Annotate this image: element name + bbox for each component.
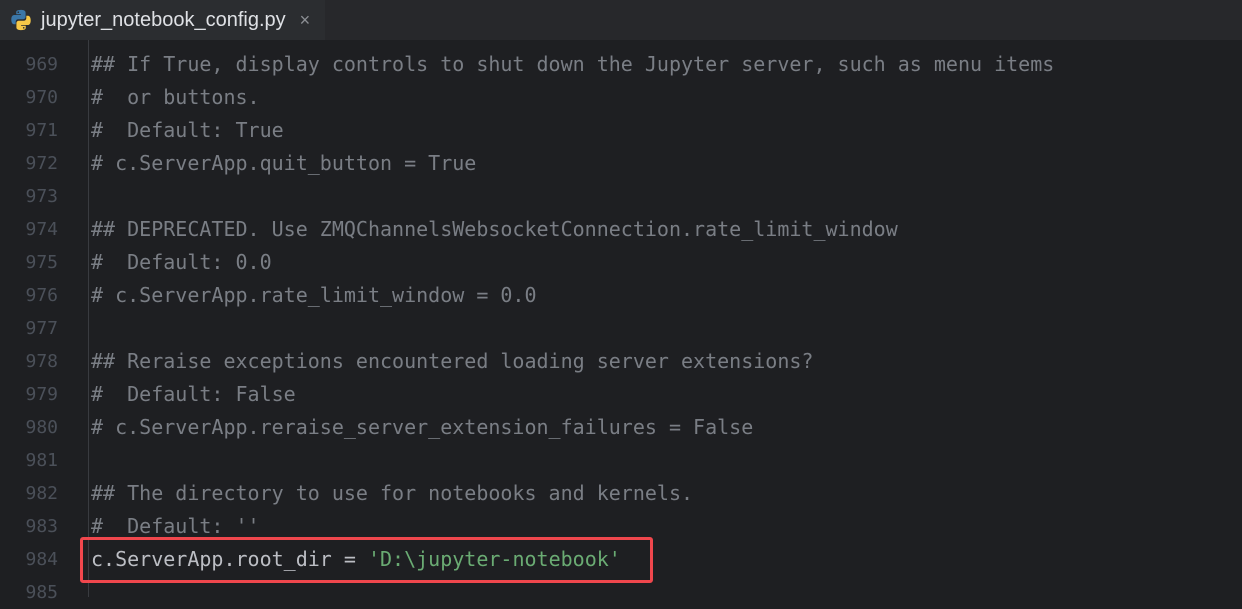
line-number: 979 bbox=[0, 378, 58, 411]
line-number: 983 bbox=[0, 510, 58, 543]
line-number: 975 bbox=[0, 246, 58, 279]
code-line[interactable]: 978 ## Reraise exceptions encountered loa… bbox=[0, 345, 1242, 378]
code-line[interactable]: 973 bbox=[0, 180, 1242, 213]
code-text: # c.ServerApp.reraise_server_extension_f… bbox=[91, 411, 753, 444]
line-number: 969 bbox=[0, 48, 58, 81]
code-text: ## Reraise exceptions encountered loadin… bbox=[91, 345, 813, 378]
line-number: 974 bbox=[0, 213, 58, 246]
code-text: # c.ServerApp.quit_button = True bbox=[91, 147, 476, 180]
code-line[interactable]: 969 ## If True, display controls to shut … bbox=[0, 48, 1242, 81]
line-number: 981 bbox=[0, 444, 58, 477]
line-number: 970 bbox=[0, 81, 58, 114]
code-line[interactable]: 979 # Default: False bbox=[0, 378, 1242, 411]
tab-bar-empty bbox=[325, 0, 1242, 40]
code-text: # Default: False bbox=[91, 378, 296, 411]
code-text: ## If True, display controls to shut dow… bbox=[91, 48, 1054, 81]
code-text: # or buttons. bbox=[91, 81, 260, 114]
line-number: 980 bbox=[0, 411, 58, 444]
line-number: 982 bbox=[0, 477, 58, 510]
close-icon[interactable]: × bbox=[300, 10, 311, 31]
code-editor[interactable]: 969 ## If True, display controls to shut … bbox=[0, 40, 1242, 597]
line-number: 977 bbox=[0, 312, 58, 345]
line-number: 985 bbox=[0, 576, 58, 609]
code-line[interactable]: 972 # c.ServerApp.quit_button = True bbox=[0, 147, 1242, 180]
line-number: 978 bbox=[0, 345, 58, 378]
code-line[interactable]: 971 # Default: True bbox=[0, 114, 1242, 147]
code-line[interactable]: 982 ## The directory to use for notebooks… bbox=[0, 477, 1242, 510]
code-text: # Default: True bbox=[91, 114, 284, 147]
python-icon bbox=[10, 9, 32, 31]
tab-title: jupyter_notebook_config.py bbox=[41, 9, 286, 32]
line-number: 976 bbox=[0, 279, 58, 312]
code-line[interactable]: 970 # or buttons. bbox=[0, 81, 1242, 114]
code-text: # c.ServerApp.rate_limit_window = 0.0 bbox=[91, 279, 537, 312]
code-line[interactable]: 974 ## DEPRECATED. Use ZMQChannelsWebsock… bbox=[0, 213, 1242, 246]
code-line[interactable]: 981 bbox=[0, 444, 1242, 477]
code-line[interactable]: 975 # Default: 0.0 bbox=[0, 246, 1242, 279]
code-text: # Default: 0.0 bbox=[91, 246, 272, 279]
line-number: 972 bbox=[0, 147, 58, 180]
code-text: ## DEPRECATED. Use ZMQChannelsWebsocketC… bbox=[91, 213, 898, 246]
code-line[interactable]: 977 bbox=[0, 312, 1242, 345]
code-line[interactable]: 980 # c.ServerApp.reraise_server_extensio… bbox=[0, 411, 1242, 444]
line-number: 973 bbox=[0, 180, 58, 213]
line-number: 971 bbox=[0, 114, 58, 147]
highlight-box bbox=[80, 537, 653, 583]
code-text: ## The directory to use for notebooks an… bbox=[91, 477, 693, 510]
line-number: 984 bbox=[0, 543, 58, 576]
tab-jupyter-notebook-config[interactable]: jupyter_notebook_config.py × bbox=[0, 0, 326, 40]
code-line[interactable]: 976 # c.ServerApp.rate_limit_window = 0.0 bbox=[0, 279, 1242, 312]
tab-bar: jupyter_notebook_config.py × bbox=[0, 0, 1242, 40]
